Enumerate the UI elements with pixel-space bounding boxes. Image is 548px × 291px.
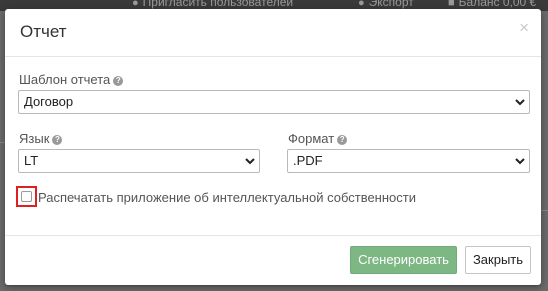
template-label-text: Шаблон отчета [19, 72, 111, 87]
help-icon[interactable]: ? [52, 135, 63, 145]
chevron-down-icon [515, 99, 525, 106]
format-label-text: Формат [288, 131, 335, 146]
language-label-text: Язык [19, 131, 50, 146]
background-right [541, 11, 548, 291]
template-label: Шаблон отчета? [19, 72, 124, 87]
wallet-icon: ■ [448, 0, 455, 9]
topbar-balance: ■ Баланс 0,00 € [448, 0, 536, 9]
help-icon[interactable]: ? [337, 135, 348, 145]
topbar-export: ● Экспорт [358, 0, 414, 9]
footer-divider [5, 235, 541, 236]
report-dialog: Отчет × Шаблон отчета? Договор Язык? LT … [5, 9, 541, 285]
header-divider [5, 56, 541, 57]
help-icon[interactable]: ? [113, 76, 124, 86]
checkbox-highlight [16, 186, 37, 207]
export-icon: ● [358, 0, 365, 9]
generate-button[interactable]: Сгенерировать [350, 246, 457, 274]
ip-appendix-label[interactable]: Распечатать приложение об интеллектуальн… [38, 190, 416, 205]
background-bottom [0, 286, 548, 291]
close-button[interactable]: Закрыть [465, 246, 531, 274]
chevron-down-icon [515, 158, 525, 165]
language-select-value: LT [24, 153, 39, 168]
format-select[interactable]: .PDF [287, 149, 530, 173]
dialog-title: Отчет [20, 22, 67, 41]
user-plus-icon: ● [132, 0, 139, 9]
topbar-invite: ● Пригласить пользователей [132, 0, 293, 9]
template-select-value: Договор [24, 94, 74, 109]
chevron-down-icon [245, 158, 255, 165]
language-label: Язык? [19, 131, 63, 146]
ip-appendix-checkbox[interactable] [21, 191, 32, 202]
template-select[interactable]: Договор [18, 90, 530, 114]
format-select-value: .PDF [293, 153, 323, 168]
background-gridline [541, 210, 548, 211]
format-label: Формат? [288, 131, 348, 146]
close-icon[interactable]: × [519, 19, 529, 36]
language-select[interactable]: LT [18, 149, 260, 173]
